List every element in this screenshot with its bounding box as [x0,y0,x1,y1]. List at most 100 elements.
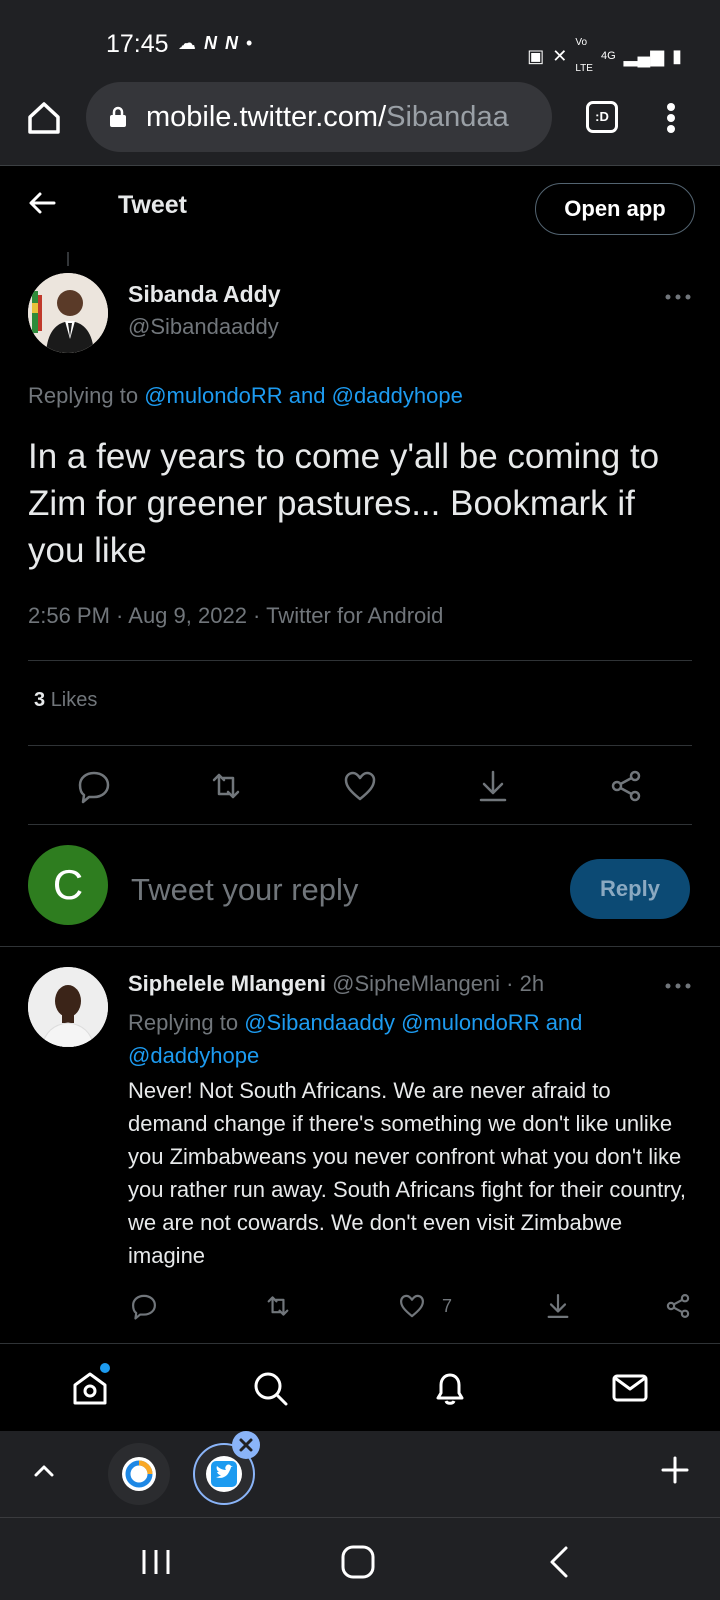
bookmark-button[interactable] [475,768,511,804]
likes-number: 3 [34,689,46,711]
share-button[interactable] [608,768,644,804]
url-text: mobile.twitter.com/Sibandaa [146,101,509,134]
site-favicon-icon [122,1457,156,1491]
commenter-avatar[interactable] [28,967,108,1047]
bell-icon [436,1373,464,1405]
commenter-name[interactable]: Siphelele Mlangeni [128,971,326,996]
browser-tab[interactable] [108,1443,170,1505]
comment-bookmark-button[interactable] [544,1292,572,1320]
address-bar[interactable]: mobile.twitter.com/Sibandaa [86,82,552,152]
comment-reply-button[interactable] [130,1292,158,1320]
tweet-timestamp[interactable]: 2:56 PM · Aug 9, 2022 · Twitter for Andr… [28,603,443,629]
page-title: Tweet [118,191,187,219]
divider [0,1343,720,1344]
divider [0,946,720,947]
divider [28,824,692,825]
nav-home[interactable] [70,1368,110,1408]
nav-messages[interactable] [610,1368,650,1408]
back-button[interactable] [26,187,58,219]
like-button[interactable] [342,768,378,804]
reply-submit-button[interactable]: Reply [570,859,690,919]
browser-menu-button[interactable] [656,98,686,138]
open-app-button[interactable]: Open app [535,183,695,235]
comment-text: Never! Not South Africans. We are never … [128,1078,687,1268]
retweet-icon [267,1296,289,1316]
recent-apps-icon [142,1550,170,1574]
heart-icon [400,1294,424,1318]
tweet-header: Tweet Open app [0,167,720,247]
replying-users-link[interactable]: @mulondoRR and @daddyhope [144,383,463,408]
replying-to: Replying to @mulondoRR and @daddyhope [28,383,463,409]
home-notification-dot [100,1363,110,1373]
expand-tabs-button[interactable] [30,1457,58,1485]
app-notification-icon: N [204,33,217,53]
comment-replying-users-link[interactable]: @Sibandaaddy @mulondoRR and [244,1010,582,1035]
network-4g-icon: 4G [600,50,616,62]
bookmark-download-icon [479,770,507,802]
commenter-name-row: Siphelele Mlangeni @SipheMlangeni · 2h [128,971,544,997]
share-icon [666,1294,690,1318]
comment-replying-users-link[interactable]: @daddyhope [128,1043,259,1068]
author-handle[interactable]: @Sibandaaddy [128,314,279,340]
status-bar: 17:45 ☁ N N • ▣ ✕ Vo LTE 4G ▂▄▆ ▮ [0,0,720,80]
chevron-left-icon [550,1546,568,1578]
compose-avatar[interactable]: C [28,845,108,925]
retweet-button[interactable] [208,768,244,804]
tweet-text: In a few years to come y'all be coming t… [28,437,660,570]
comment-like-button[interactable] [398,1292,426,1320]
mute-icon: ✕ [552,46,568,66]
divider [28,660,692,661]
author-name[interactable]: Sibanda Addy [128,281,281,308]
likes-label: Likes [50,689,98,711]
home-icon [73,1372,107,1405]
comment-share-button[interactable] [664,1292,692,1320]
status-left-icons: ☁ N N • [178,30,252,56]
thread-line [67,252,69,266]
dot-icon: • [246,33,253,53]
close-tab-button[interactable] [232,1431,260,1459]
more-horizontal-icon [665,983,691,989]
more-vertical-icon [667,103,675,133]
browser-toolbar: mobile.twitter.com/Sibandaa :D [0,80,720,166]
comment-retweet-button[interactable] [264,1292,292,1320]
reply-icon [78,771,110,804]
chevron-up-icon [34,1465,54,1477]
system-back-button[interactable] [540,1542,580,1582]
reply-input[interactable]: Tweet your reply [131,872,358,908]
app-notification-icon: N [225,33,238,53]
heart-icon [344,771,376,801]
battery-icon: ▮ [672,46,682,66]
status-time: 17:45 [106,30,169,58]
comment-more-button[interactable] [664,978,692,989]
signal-icon: ▂▄▆ [623,46,665,66]
close-icon [239,1438,253,1452]
system-home-button[interactable] [338,1542,378,1582]
tweet-more-button[interactable] [664,289,692,300]
system-navigation-bar [0,1517,720,1600]
status-right-icons: ▣ ✕ Vo LTE 4G ▂▄▆ ▮ [527,30,682,82]
commenter-handle-time[interactable]: @SipheMlangeni · 2h [332,971,544,996]
recent-apps-button[interactable] [136,1542,176,1582]
comment-replying-prefix: Replying to [128,1010,245,1035]
url-path: Sibandaa [386,101,509,133]
likes-count[interactable]: 3 Likes [34,689,97,712]
mail-icon [612,1374,648,1402]
url-host: mobile.twitter.com/ [146,101,387,133]
author-avatar[interactable] [28,273,108,353]
new-tab-button[interactable] [660,1455,690,1491]
browser-home-button[interactable] [24,98,64,138]
nav-search[interactable] [250,1368,290,1408]
more-horizontal-icon [665,294,691,300]
lock-icon [110,106,126,127]
nav-notifications[interactable] [430,1368,470,1408]
comment-replying-to: Replying to @Sibandaaddy @mulondoRR and @… [128,1006,668,1072]
bottom-navigation [0,1345,720,1431]
home-outline-icon [28,102,60,134]
tab-switcher-button[interactable]: :D [586,101,618,133]
share-icon [611,770,641,802]
bookmark-download-icon [547,1294,569,1318]
plus-icon [661,1456,689,1484]
comment-like-count: 7 [442,1296,453,1316]
reply-button[interactable] [76,768,112,804]
search-icon [254,1372,288,1406]
